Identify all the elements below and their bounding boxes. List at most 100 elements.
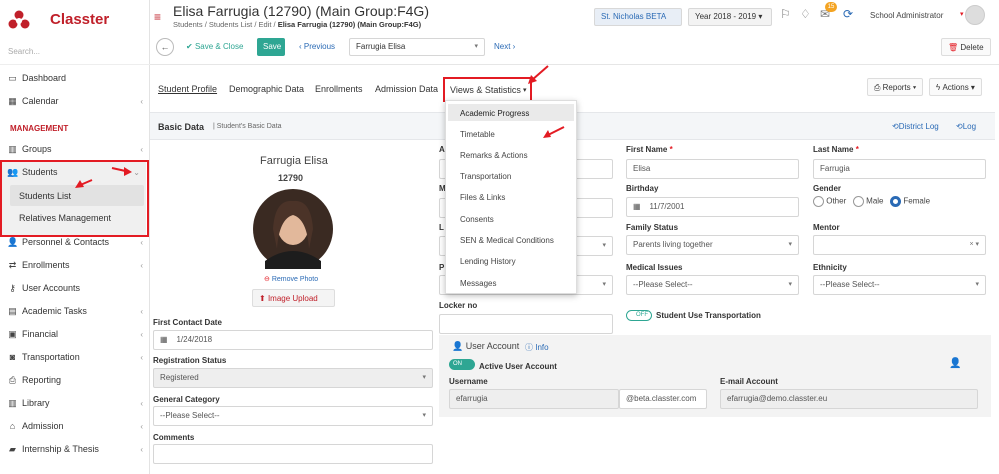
- breadcrumb-item[interactable]: Students List: [209, 20, 252, 29]
- sidebar-item-calendar[interactable]: ▦ Calendar: [7, 96, 58, 107]
- select-value: --Please Select--: [820, 280, 880, 289]
- tab-admission[interactable]: Admission Data: [375, 84, 438, 94]
- menu-item-consents[interactable]: Consents: [460, 215, 494, 224]
- upload-icon: ⬆: [259, 294, 266, 303]
- menu-item-transportation[interactable]: Transportation: [460, 172, 511, 181]
- save-button[interactable]: Save: [257, 38, 285, 56]
- clear-chevron-icon: × ▾: [969, 241, 979, 248]
- user-settings-icon[interactable]: 👤: [949, 358, 961, 369]
- flag-icon[interactable]: ⚐: [780, 7, 791, 21]
- medical-label: Medical Issues: [626, 263, 683, 272]
- tab-demographic[interactable]: Demographic Data: [229, 84, 304, 94]
- birthday-field[interactable]: ▦ 11/7/2001: [626, 197, 799, 217]
- radio-label: Male: [866, 196, 884, 206]
- district-log-link[interactable]: ⟲District Log: [892, 122, 939, 131]
- section-title: Basic Data: [158, 122, 205, 132]
- last-name-field[interactable]: Farrugia: [813, 159, 986, 179]
- reg-status-select[interactable]: Registered ▾: [153, 368, 433, 388]
- menu-item-timetable[interactable]: Timetable: [460, 130, 495, 139]
- user-name[interactable]: School Administrator: [870, 11, 943, 20]
- info-link[interactable]: ⓘ Info: [525, 342, 549, 353]
- active-account-toggle[interactable]: ON: [449, 359, 475, 370]
- breadcrumb-item[interactable]: Students: [173, 20, 203, 29]
- email-field[interactable]: efarrugia@demo.classter.eu: [720, 389, 978, 409]
- image-upload-button[interactable]: ⬆ Image Upload: [252, 289, 335, 307]
- remove-photo-link[interactable]: ⊖ Remove Photo: [264, 275, 318, 283]
- year-label: Year 2018 - 2019: [695, 12, 757, 21]
- remove-icon: ⊖: [264, 276, 270, 283]
- reports-button[interactable]: ⎙ Reports ▾: [867, 78, 924, 96]
- sidebar-item-dashboard[interactable]: ▭ Dashboard: [7, 73, 66, 84]
- sidebar-item-transportation[interactable]: ◙ Transportation: [7, 352, 80, 363]
- previous-button[interactable]: ‹ Previous: [293, 38, 341, 56]
- sidebar-item-enrollments[interactable]: ⇄ Enrollments: [7, 260, 70, 271]
- sync-icon[interactable]: ⟳: [843, 7, 853, 21]
- app-name: Classter: [50, 11, 110, 28]
- sidebar-item-library[interactable]: ▥ Library: [7, 398, 49, 409]
- chevron-left-icon: ‹: [140, 238, 143, 247]
- breadcrumb-item[interactable]: Edit: [259, 20, 272, 29]
- log-link[interactable]: ⟲Log: [956, 122, 976, 131]
- menu-item-academic-progress[interactable]: Academic Progress: [460, 109, 529, 118]
- chevron-down-icon: ▾: [602, 281, 606, 288]
- sidebar-item-financial[interactable]: ▣ Financial: [7, 329, 58, 340]
- tab-label: Views & Statistics: [450, 85, 521, 95]
- button-label: Delete: [960, 43, 984, 52]
- year-selector[interactable]: Year 2018 - 2019 ▾: [688, 8, 772, 26]
- first-name-field[interactable]: Elisa: [626, 159, 799, 179]
- sidebar-item-groups[interactable]: ▥ Groups: [7, 144, 51, 155]
- radio-male[interactable]: [852, 196, 864, 207]
- button-label: Actions: [942, 83, 969, 92]
- medical-select[interactable]: --Please Select-- ▾: [626, 275, 799, 295]
- sidebar-item-user-accounts[interactable]: ⚷ User Accounts: [7, 283, 80, 294]
- sidebar-item-personnel[interactable]: 👤 Personnel & Contacts: [7, 237, 109, 248]
- delete-button[interactable]: 🗑 Delete: [941, 38, 991, 56]
- sidebar-item-reporting[interactable]: ⎙ Reporting: [7, 375, 61, 386]
- chevron-down-icon: ▾: [422, 412, 426, 419]
- radio-other[interactable]: [813, 196, 824, 207]
- button-label: Previous: [303, 42, 336, 51]
- first-contact-field[interactable]: ▦ 1/24/2018: [153, 330, 433, 350]
- field-label-cut: L: [439, 223, 444, 232]
- search-input[interactable]: Search...: [8, 47, 40, 56]
- sidebar-item-admission[interactable]: ⌂ Admission: [7, 421, 64, 432]
- family-status-select[interactable]: Parents living together ▾: [626, 235, 799, 255]
- save-close-button[interactable]: ✔ Save & Close: [180, 38, 249, 56]
- bell-icon[interactable]: ♢: [800, 7, 811, 21]
- general-category-select[interactable]: --Please Select-- ▾: [153, 406, 433, 426]
- student-select[interactable]: Farrugia Elisa ▾: [349, 38, 485, 56]
- username-field[interactable]: efarrugia: [449, 389, 619, 409]
- next-button[interactable]: Next ›: [488, 38, 521, 56]
- menu-item-remarks[interactable]: Remarks & Actions: [460, 151, 528, 160]
- calendar-icon: ▦: [160, 335, 168, 344]
- menu-item-lending[interactable]: Lending History: [460, 257, 516, 266]
- comments-textarea[interactable]: [153, 444, 433, 464]
- menu-item-files[interactable]: Files & Links: [460, 193, 505, 202]
- chevron-down-icon: ▾: [975, 281, 979, 288]
- sidebar-item-label: Personnel & Contacts: [22, 237, 110, 247]
- menu-item-sen-medical[interactable]: SEN & Medical Conditions: [460, 236, 554, 245]
- locker-label: Locker no: [439, 301, 478, 310]
- tab-enrollments[interactable]: Enrollments: [315, 84, 363, 94]
- link-label: Log: [962, 122, 977, 131]
- radio-female[interactable]: [890, 196, 902, 207]
- button-label: Next: [494, 42, 511, 51]
- tab-views-statistics[interactable]: Views & Statistics ▾: [443, 77, 532, 102]
- reg-status-label: Registration Status: [153, 356, 227, 365]
- bus-icon: ◙: [9, 352, 16, 363]
- sidebar-item-academic-tasks[interactable]: ▤ Academic Tasks: [7, 306, 87, 317]
- tab-student-profile[interactable]: Student Profile: [158, 84, 217, 94]
- locker-field[interactable]: [439, 314, 613, 334]
- ethnicity-select[interactable]: --Please Select-- ▾: [813, 275, 986, 295]
- back-button[interactable]: ←: [156, 38, 174, 56]
- mentor-select[interactable]: × ▾: [813, 235, 986, 255]
- annotation-arrow: [543, 126, 565, 138]
- chevron-left-icon: ‹: [140, 261, 143, 270]
- transport-toggle[interactable]: OFF: [626, 310, 652, 321]
- menu-item-messages[interactable]: Messages: [460, 279, 496, 288]
- school-selector[interactable]: St. Nicholas BETA: [594, 8, 682, 26]
- avatar[interactable]: [965, 5, 985, 25]
- hamburger-icon[interactable]: ≡: [154, 10, 161, 24]
- actions-button[interactable]: ϟ Actions ▾: [929, 78, 982, 96]
- sidebar-item-internship[interactable]: ▰ Internship & Thesis: [7, 444, 99, 455]
